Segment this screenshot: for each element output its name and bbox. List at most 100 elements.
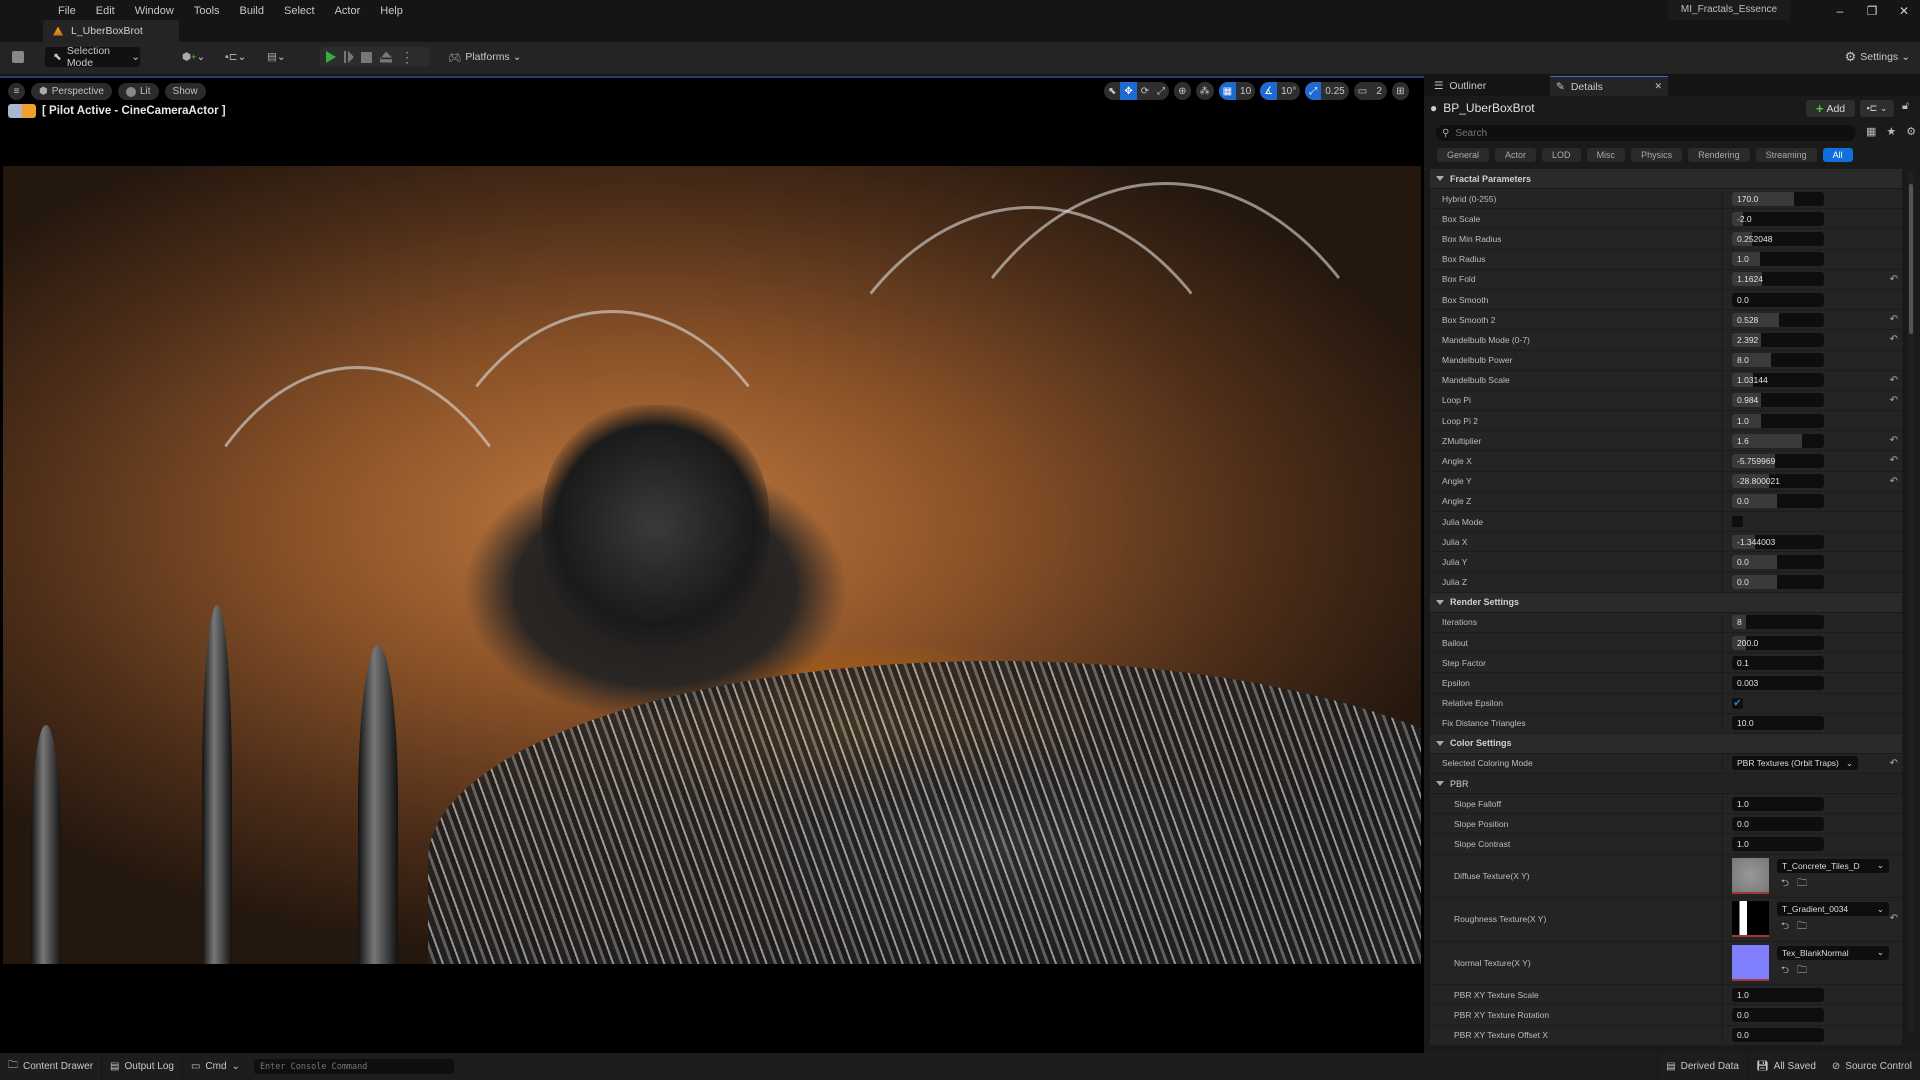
rotation-snap-icon[interactable]: ∡ <box>1260 82 1278 100</box>
lock-icon[interactable]: 🔓︎ <box>1902 100 1909 113</box>
texture-thumbnail[interactable] <box>1732 944 1769 981</box>
property-number-field[interactable]: -5.759969 <box>1732 454 1824 469</box>
menu-tools[interactable]: Tools <box>186 3 228 19</box>
details-search-input[interactable] <box>1455 127 1836 139</box>
texture-thumbnail[interactable] <box>1732 901 1769 938</box>
play-icon[interactable] <box>326 51 336 63</box>
world-space-icon[interactable]: ⊕ <box>1174 82 1190 100</box>
property-number-field[interactable]: -28.800021 <box>1732 474 1824 489</box>
more-options-icon[interactable]: ⋮ <box>400 49 414 66</box>
lit-button[interactable]: Lit <box>117 83 159 100</box>
viewport-menu-button[interactable]: ≡ <box>8 83 25 100</box>
filter-tab-actor[interactable]: Actor <box>1495 148 1537 162</box>
grid-snap-icon[interactable]: ▦ <box>1218 82 1237 100</box>
category-header[interactable]: Fractal Parameters <box>1430 169 1902 189</box>
property-number-field[interactable]: 170.0 <box>1732 191 1824 206</box>
reset-to-default-icon[interactable]: ↶ <box>1890 395 1898 406</box>
content-drawer-button[interactable]: 🗀︎ Content Drawer <box>0 1053 103 1080</box>
cinematics-button[interactable]: ▤ ⌄ <box>267 47 286 67</box>
use-selected-icon[interactable]: ⮌ <box>1781 919 1789 936</box>
property-number-field[interactable]: 0.0 <box>1732 554 1824 569</box>
property-number-field[interactable]: 200.0 <box>1732 635 1824 650</box>
save-button[interactable] <box>12 47 24 67</box>
browse-asset-icon[interactable]: 🗀︎ <box>1797 963 1807 980</box>
texture-asset-picker[interactable]: T_Gradient_0034 ⌄ <box>1777 902 1889 917</box>
property-number-field[interactable]: 1.1624 <box>1732 272 1824 287</box>
use-selected-icon[interactable]: ⮌ <box>1781 876 1789 893</box>
scrollbar-thumb[interactable] <box>1909 184 1913 334</box>
blueprint-button[interactable]: ▪⊏ ⌄ <box>225 47 246 67</box>
coloring-mode-dropdown[interactable]: PBR Textures (Orbit Traps) ⌄ <box>1732 756 1858 771</box>
stop-icon[interactable] <box>361 51 372 63</box>
menu-select[interactable]: Select <box>276 3 323 19</box>
use-selected-icon[interactable]: ⮌ <box>1781 963 1789 980</box>
all-saved-button[interactable]: 💾︎ All Saved <box>1748 1053 1824 1080</box>
reset-to-default-icon[interactable]: ↶ <box>1890 334 1898 345</box>
camera-speed-icon[interactable]: ▭ <box>1354 82 1371 100</box>
property-number-field[interactable]: 0.252048 <box>1732 231 1824 246</box>
browse-asset-icon[interactable]: 🗀︎ <box>1797 876 1807 893</box>
console-command-input[interactable] <box>253 1059 454 1074</box>
property-number-field[interactable]: 0.0 <box>1732 575 1824 590</box>
level-tab[interactable]: L_UberBoxBrot <box>43 20 179 42</box>
category-header[interactable]: Render Settings <box>1430 592 1902 613</box>
property-number-field[interactable]: 1.0 <box>1732 252 1824 267</box>
property-checkbox[interactable] <box>1732 516 1743 528</box>
reset-to-default-icon[interactable]: ↶ <box>1890 913 1898 924</box>
property-number-field[interactable]: 8.0 <box>1732 353 1824 368</box>
property-number-field[interactable]: 0.0 <box>1732 494 1824 509</box>
selection-mode-dropdown[interactable]: ⬉ Selection Mode ⌄ <box>45 45 140 69</box>
property-checkbox[interactable]: ✔ <box>1732 697 1743 709</box>
property-number-field[interactable]: 2.392 <box>1732 332 1824 347</box>
filter-tab-streaming[interactable]: Streaming <box>1755 148 1817 162</box>
derived-data-button[interactable]: ▤ Derived Data <box>1657 1053 1748 1080</box>
filter-tab-lod[interactable]: LOD <box>1542 148 1581 162</box>
cmd-dropdown[interactable]: ▭ Cmd ⌄ <box>183 1053 248 1080</box>
property-number-field[interactable]: 1.03144 <box>1732 373 1824 388</box>
menu-build[interactable]: Build <box>232 3 272 19</box>
property-number-field[interactable]: 8 <box>1732 615 1824 630</box>
texture-thumbnail[interactable] <box>1732 857 1769 894</box>
output-log-button[interactable]: ▤ Output Log <box>102 1053 183 1080</box>
details-scrollbar[interactable] <box>1908 172 1914 1032</box>
eject-icon[interactable] <box>380 51 392 63</box>
property-number-field[interactable]: 1.0 <box>1732 413 1824 428</box>
filter-tab-misc[interactable]: Misc <box>1586 148 1626 162</box>
reset-to-default-icon[interactable]: ↶ <box>1890 476 1898 487</box>
restore-button[interactable]: ❐ <box>1856 0 1888 22</box>
step-icon[interactable] <box>344 51 354 63</box>
property-number-field[interactable]: 0.984 <box>1732 393 1824 408</box>
property-number-field[interactable]: 1.0 <box>1732 837 1824 852</box>
platforms-dropdown[interactable]: 🎮︎ Platforms ⌄ <box>448 47 522 67</box>
source-control-button[interactable]: ⊘ Source Control <box>1824 1053 1920 1080</box>
property-number-field[interactable]: 0.003 <box>1732 675 1824 690</box>
category-header[interactable]: Color Settings <box>1430 733 1902 754</box>
filter-tab-all[interactable]: All <box>1822 148 1853 162</box>
menu-actor[interactable]: Actor <box>327 3 369 19</box>
table-view-icon[interactable]: ▦ <box>1866 125 1876 138</box>
reset-to-default-icon[interactable]: ↶ <box>1890 435 1898 446</box>
browse-asset-icon[interactable]: 🗀︎ <box>1797 919 1807 936</box>
close-tab-icon[interactable]: ✕ <box>1654 81 1662 92</box>
menu-help[interactable]: Help <box>372 3 411 19</box>
tab-details[interactable]: ✎ Details ✕ <box>1550 76 1668 96</box>
favorites-star-icon[interactable]: ★ <box>1886 125 1896 138</box>
property-number-field[interactable]: 1.6 <box>1732 433 1824 448</box>
add-actor-button[interactable]: ⬢+ ⌄ <box>182 47 205 67</box>
camera-speed-value[interactable]: 2 <box>1371 82 1387 100</box>
texture-asset-picker[interactable]: Tex_BlankNormal ⌄ <box>1777 945 1889 960</box>
property-number-field[interactable]: 0.0 <box>1732 292 1824 307</box>
menu-window[interactable]: Window <box>127 3 182 19</box>
property-number-field[interactable]: 1.0 <box>1732 796 1824 811</box>
property-number-field[interactable]: -2.0 <box>1732 211 1824 226</box>
tab-outliner[interactable]: ☰ Outliner <box>1428 76 1528 96</box>
level-viewport[interactable]: ≡ ⬢ Perspective Lit Show [ Pilot Active -… <box>0 76 1424 1053</box>
scale-tool-icon[interactable]: ⤢ <box>1153 82 1169 100</box>
rotate-tool-icon[interactable]: ⟳ <box>1137 82 1153 100</box>
scale-snap-value[interactable]: 0.25 <box>1321 82 1348 100</box>
category-header[interactable]: PBR <box>1430 774 1902 795</box>
property-number-field[interactable]: 0.0 <box>1732 1028 1824 1043</box>
property-number-field[interactable]: 0.1 <box>1732 655 1824 670</box>
reset-to-default-icon[interactable]: ↶ <box>1890 274 1898 285</box>
property-number-field[interactable]: 1.0 <box>1732 987 1824 1002</box>
